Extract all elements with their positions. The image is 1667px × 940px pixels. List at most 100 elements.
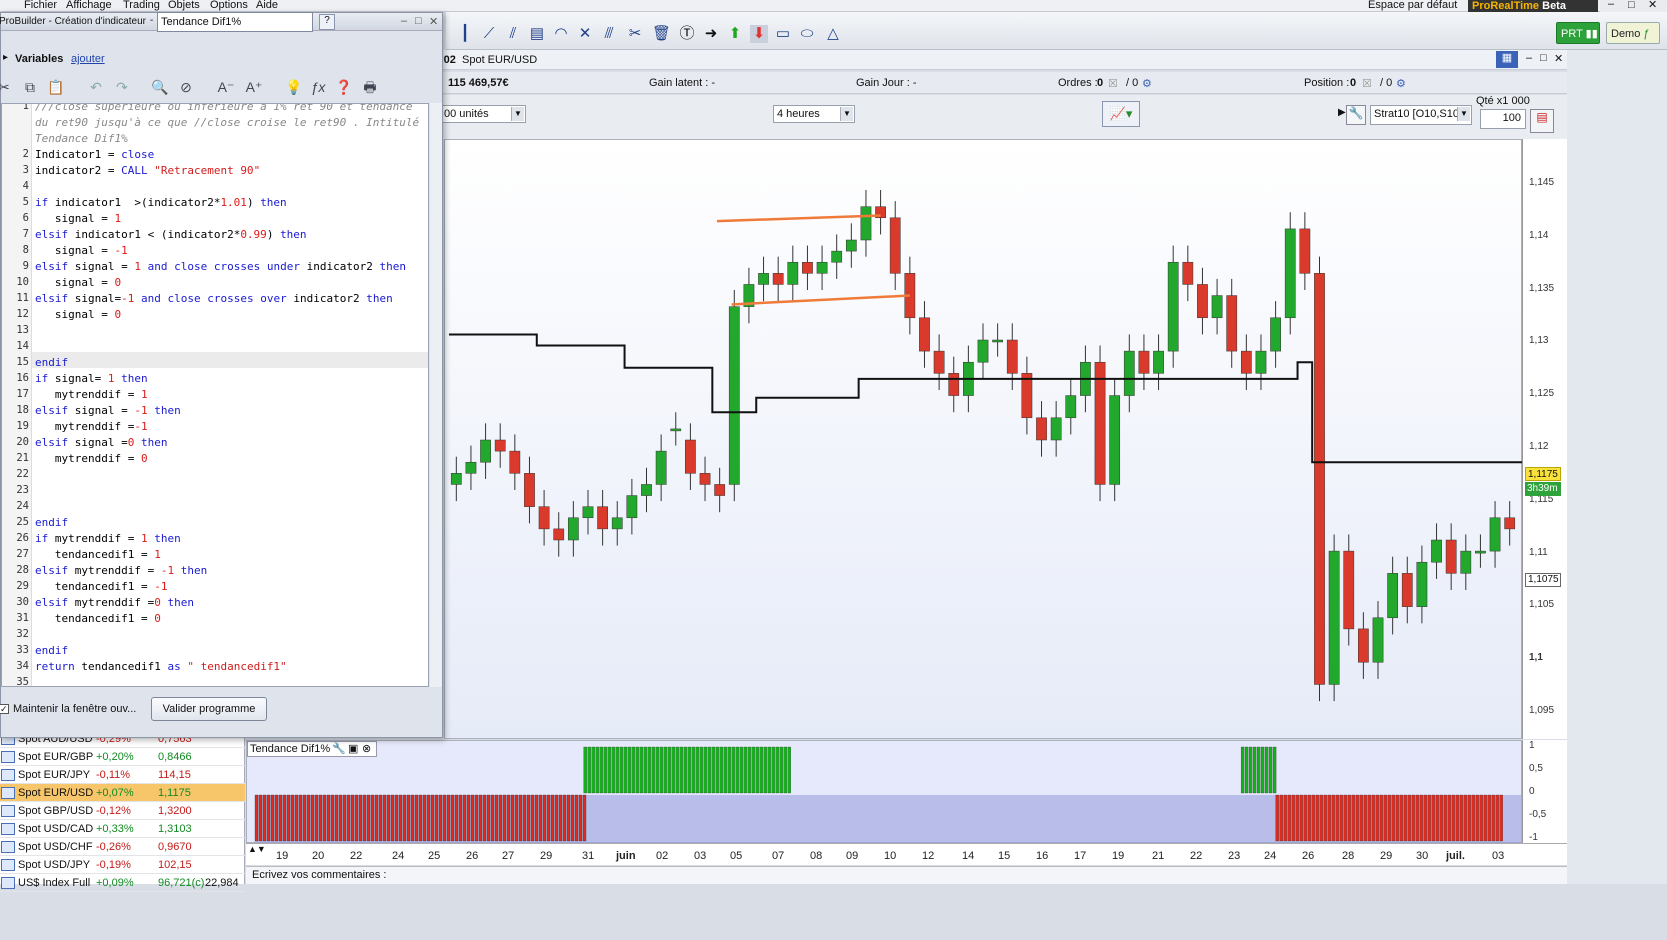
sell-arrow-icon[interactable]: ⬇	[750, 25, 768, 43]
line-number: 28	[16, 564, 29, 576]
redo-icon[interactable]: ↷	[113, 78, 131, 96]
indicator-bar	[603, 746, 607, 794]
chart-style-icon[interactable]: 📈▾	[1102, 101, 1140, 127]
orders-a-icon[interactable]: ☒	[1108, 77, 1118, 90]
prt-button[interactable]: PRT ▮▮	[1556, 22, 1600, 44]
trend-line[interactable]	[731, 294, 910, 306]
indicator-bar	[330, 794, 335, 842]
pb-close-icon[interactable]: ✕	[429, 15, 438, 28]
price-axis[interactable]: 1,145 1,14 1,135 1,13 1,125 1,12 1,115 1,11 1,10…	[1522, 139, 1567, 739]
indicator-bar	[350, 794, 355, 842]
pb-maximize-icon[interactable]: □	[415, 15, 422, 27]
strategy-select[interactable]: Strat10 [O10,S10] ▼	[1370, 105, 1472, 125]
scroll-left-icon[interactable]: ▲▼	[248, 844, 266, 854]
probuilder-titlebar[interactable]: ProBuilder - Création d'indicateur - Ten…	[0, 12, 442, 32]
indicator-panel[interactable]: Tendance Dif1% 🔧 ▣ ⊗	[246, 740, 1522, 843]
instrument-row[interactable]: Spot EUR/GBP +0,20% 0,8466	[0, 748, 245, 766]
menu-aide[interactable]: Aide	[256, 0, 278, 11]
indicator-bar	[779, 746, 783, 794]
copy-icon[interactable]: ⧉	[21, 78, 39, 96]
comment-bar[interactable]: Ecrivez vos commentaires :	[246, 866, 1567, 884]
help-circle-icon[interactable]: ❓	[335, 78, 353, 96]
instrument-row[interactable]: Spot EUR/JPY -0,11% 114,15	[0, 766, 245, 784]
order-ticket-icon[interactable]: ▤	[1530, 109, 1554, 133]
undo-icon[interactable]: ↶	[87, 78, 105, 96]
trash-icon[interactable]: 🗑	[652, 25, 671, 43]
collapse-arrow-icon[interactable]: ▶	[1338, 107, 1346, 118]
font-larger-icon[interactable]: A⁺	[245, 78, 263, 96]
lightbulb-icon[interactable]: 💡	[285, 78, 303, 96]
workspace-selector[interactable]: Espace par défaut	[1368, 0, 1457, 11]
add-variable-link[interactable]: ajouter	[71, 53, 105, 65]
quantity-input[interactable]: 100	[1480, 109, 1526, 129]
tools-icon[interactable]: ✂	[626, 25, 644, 43]
chart-minimize-icon[interactable]: –	[1526, 52, 1532, 64]
arrow-right-icon[interactable]: ➜	[702, 25, 720, 43]
channel-icon[interactable]: ⫽	[504, 25, 522, 43]
indicator-bar	[635, 746, 639, 794]
comment-input[interactable]: Ecrivez vos commentaires :	[252, 869, 386, 881]
orders-b-icon[interactable]: ⚙	[1142, 77, 1152, 90]
validate-program-button[interactable]: Valider programme	[151, 697, 267, 721]
instrument-row[interactable]: Spot USD/CHF -0,26% 0,9670	[0, 838, 245, 856]
wrench-icon[interactable]: 🔧	[1346, 105, 1366, 125]
cut-icon[interactable]: ✂	[0, 78, 13, 96]
indicator-name-input[interactable]: Tendance Dif1%	[157, 12, 313, 32]
position-a-icon[interactable]: ☒	[1362, 77, 1372, 90]
buy-arrow-icon[interactable]: ⬆	[726, 25, 744, 43]
price-chart[interactable]	[444, 139, 1523, 739]
maximize-icon[interactable]: □	[1628, 0, 1635, 11]
parallel-icon[interactable]: ⫻	[600, 25, 618, 43]
search-icon[interactable]: 🔍	[151, 78, 169, 96]
fan-icon[interactable]: ◠	[552, 25, 570, 43]
font-smaller-icon[interactable]: A⁻	[217, 78, 235, 96]
timeframe-select[interactable]: 4 heures ▼	[773, 105, 855, 123]
chart-close-icon[interactable]: ✕	[1554, 52, 1563, 65]
paste-icon[interactable]: 📋	[47, 78, 65, 96]
triangle-icon[interactable]: △	[824, 25, 842, 43]
help-icon[interactable]: ?	[319, 14, 335, 30]
menu-affichage[interactable]: Affichage	[66, 0, 112, 11]
line-number: 3	[22, 164, 29, 176]
vertical-line-icon[interactable]: ┃	[456, 25, 474, 43]
indicator-bar	[711, 746, 715, 794]
position-b-icon[interactable]: ⚙	[1396, 77, 1406, 90]
trend-tool-icon[interactable]: ⟋	[480, 25, 498, 43]
editor-scrollbar[interactable]	[430, 103, 442, 687]
units-select[interactable]: 00 unités ▼	[440, 105, 526, 123]
instrument-row[interactable]: Spot USD/JPY -0,19% 102,15	[0, 856, 245, 874]
instrument-row[interactable]: Spot GBP/USD -0,12% 1,3200	[0, 802, 245, 820]
menu-options[interactable]: Options	[210, 0, 248, 11]
keyboard-icon[interactable]: ▦	[1496, 51, 1518, 68]
chart-maximize-icon[interactable]: □	[1540, 52, 1547, 64]
instrument-row[interactable]: US$ Index Full +0,09% 96,721(c) 22,984	[0, 874, 245, 892]
code-line: elsif signal =0 then	[35, 436, 168, 449]
comment-toggle-icon[interactable]: ⊘	[177, 78, 195, 96]
gain-jour: Gain Jour : -	[856, 77, 917, 89]
menu-objets[interactable]: Objets	[168, 0, 200, 11]
pb-minimize-icon[interactable]: –	[401, 15, 407, 27]
indicator-bar	[675, 746, 679, 794]
ellipse-icon[interactable]: ⬭	[798, 25, 816, 43]
instrument-row[interactable]: Spot EUR/USD +0,07% 1,1175	[0, 784, 245, 802]
check-icon[interactable]: ✓	[0, 704, 9, 714]
text-icon[interactable]: Ⓣ	[678, 25, 696, 43]
menu-fichier[interactable]: Fichier	[24, 0, 57, 11]
indicator-bar	[494, 794, 499, 842]
fibonacci-icon[interactable]: ▤	[528, 25, 546, 43]
rectangle-icon[interactable]: ▭	[774, 25, 792, 43]
cross-icon[interactable]: ✕	[576, 25, 594, 43]
instrument-price: 114,15	[158, 769, 191, 781]
instrument-change: -0,12%	[96, 805, 131, 817]
instrument-row[interactable]: Spot USD/CAD +0,33% 1,3103	[0, 820, 245, 838]
menu-trading[interactable]: Trading	[123, 0, 160, 11]
minimize-icon[interactable]: –	[1608, 0, 1614, 10]
function-icon[interactable]: ƒx	[309, 78, 327, 96]
demo-button[interactable]: Demo ƒ	[1606, 22, 1660, 44]
code-editor[interactable]: 1 2 3 4 5 6 7 8 9 10 11 12 13 14 15 16 17 18 19 20 21 22 23 24 2…	[1, 103, 429, 687]
close-icon[interactable]: ✕	[1648, 0, 1657, 11]
expand-icon[interactable]: ▸	[3, 52, 8, 63]
trend-line[interactable]	[716, 214, 881, 223]
time-axis[interactable]: ▲▼ 19 20 22 24 25 26 27 29 31 juin 02 03 05 07 08 09 10 1…	[246, 843, 1567, 865]
print-icon[interactable]: 🖶	[361, 78, 379, 96]
